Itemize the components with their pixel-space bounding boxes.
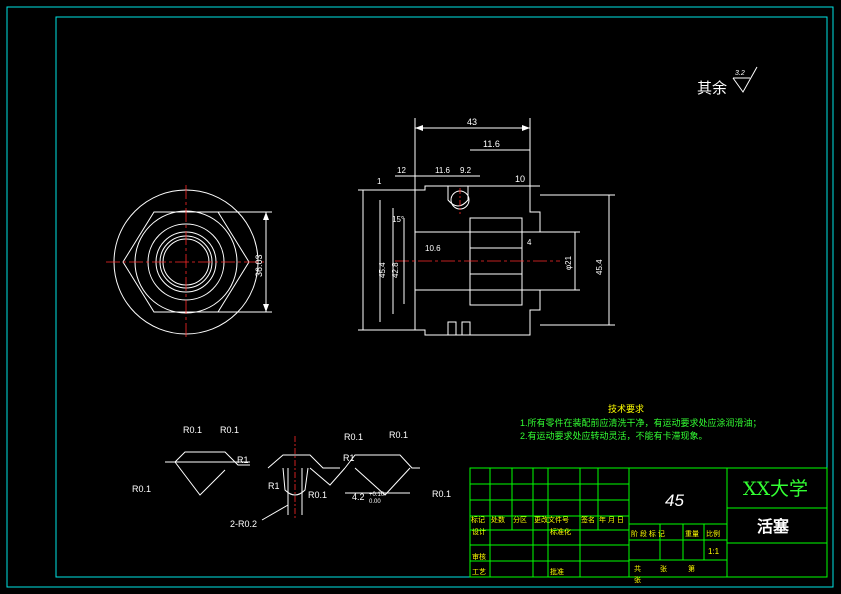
- detail-r01-c: R0.1: [132, 484, 151, 494]
- stage-label: 阶 段 标 记: [631, 529, 665, 538]
- detail-r01-g: R0.1: [432, 489, 451, 499]
- tech-requirements: 技术要求 1.所有零件在装配前应清洗干净，有运动要求处应涂润滑油； 2.有运动要…: [520, 403, 762, 441]
- rev-header-6: 年 月 日: [599, 515, 624, 524]
- role-standard: 标准化: [550, 527, 571, 536]
- detail-r1-b: R1: [268, 481, 280, 491]
- detail-r01-b: R0.1: [220, 425, 239, 435]
- cad-drawing: 其余 3.2 36.03 45.4 42.8 45.4 φ21 43 11.6 …: [6, 6, 834, 588]
- detail-r1-c: R1: [343, 453, 355, 463]
- role-approve: 批准: [550, 567, 564, 576]
- detail-r01-d: R0.1: [344, 432, 363, 442]
- dim-11-6-top: 11.6: [483, 139, 500, 149]
- sheet-total-label: 共: [634, 564, 641, 573]
- dim-4: 4: [527, 238, 532, 247]
- scale-value: 1:1: [708, 547, 720, 556]
- dim-1: 1: [377, 177, 382, 186]
- university-name: XX大学: [743, 478, 808, 500]
- surface-roughness-note: 其余 3.2: [697, 66, 758, 97]
- scale-label: 比例: [706, 529, 720, 538]
- title-block: 45 XX大学 活塞 标记 处数 分区 更改文件号 签名 年 月 日 设计 标准…: [469, 467, 828, 584]
- dim-left-b: 42.8: [391, 262, 400, 278]
- material-value: 45: [665, 491, 684, 510]
- roughness-value: 3.2: [735, 70, 745, 77]
- sheet-total-unit: 张: [660, 564, 667, 573]
- rev-header-3: 分区: [513, 515, 527, 524]
- part-name: 活塞: [757, 517, 790, 536]
- dim-bore: φ21: [564, 255, 573, 270]
- detail-r02: 2-R0.2: [230, 519, 257, 529]
- dim-12: 12: [397, 166, 406, 175]
- roughness-label: 其余: [697, 79, 727, 97]
- dim-small-hole: 10.6: [425, 244, 441, 253]
- dim-right: 45.4: [595, 259, 604, 275]
- dim-11-6: 11.6: [435, 166, 451, 175]
- rev-header-5: 签名: [581, 515, 595, 524]
- detail-r1-a: R1: [237, 455, 249, 465]
- detail-r01-e: R0.1: [389, 430, 408, 440]
- dim-10: 10: [515, 174, 525, 184]
- section-view: 45.4 42.8 45.4 φ21 43 11.6 12 11.6 9.2 1…: [358, 117, 615, 336]
- role-design: 设计: [472, 527, 486, 536]
- dim-overall: 43: [467, 117, 477, 127]
- dim-9-2: 9.2: [460, 166, 472, 175]
- detail-views: R0.1 R0.1 R0.1 R1 R1 R0.1 R0.1 R1 R0.1 R…: [132, 425, 451, 529]
- end-view: 36.03: [106, 185, 272, 338]
- dim-left-a: 45.4: [378, 262, 387, 278]
- tech-req-title: 技术要求: [608, 403, 644, 414]
- tech-req-item-1: 1.所有零件在装配前应清洗干净，有运动要求处应涂润滑油；: [520, 417, 762, 428]
- detail-tol-low: 0.00: [369, 499, 381, 505]
- hex-dimension: 36.03: [254, 254, 264, 277]
- rev-header-1: 标记: [471, 515, 485, 524]
- dim-chamfer: 15°: [392, 215, 404, 224]
- weight-label: 重量: [685, 530, 699, 538]
- sheet-no-label: 第: [688, 564, 695, 573]
- role-process: 工艺: [472, 568, 486, 576]
- tech-req-item-2: 2.有运动要求处应转动灵活，不能有卡滞现象。: [520, 430, 708, 441]
- rev-header-4: 更改文件号: [534, 515, 569, 524]
- detail-r01-a: R0.1: [183, 425, 202, 435]
- sheet-no-unit: 张: [634, 575, 641, 584]
- role-review: 审核: [472, 552, 486, 561]
- rev-header-2: 处数: [491, 515, 505, 524]
- detail-r01-f: R0.1: [308, 490, 327, 500]
